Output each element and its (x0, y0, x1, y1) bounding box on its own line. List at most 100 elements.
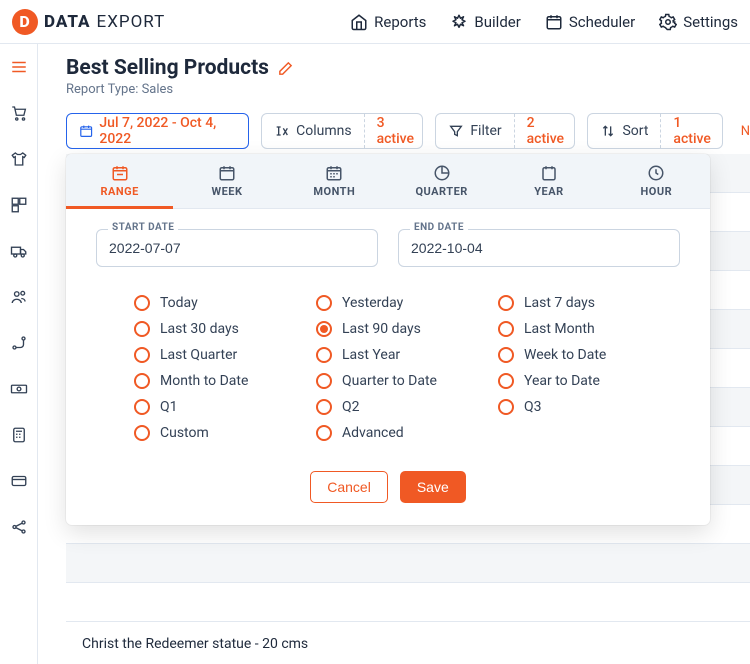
preset-option[interactable]: Today (134, 295, 316, 311)
preset-option[interactable]: Q1 (134, 399, 316, 415)
calendar-week-icon (218, 164, 236, 182)
tab-range-label: RANGE (100, 185, 138, 198)
preset-option[interactable]: Last 30 days (134, 321, 316, 337)
radio-icon (316, 321, 332, 337)
nav-builder[interactable]: Builder (450, 13, 520, 31)
preset-grid: Today Yesterday Last 7 days Last 30 days Las… (96, 295, 680, 441)
nav-reports-label: Reports (374, 13, 426, 31)
nav-reports[interactable]: Reports (350, 13, 426, 31)
preset-label: Last 30 days (160, 321, 239, 337)
route-icon[interactable] (10, 334, 28, 352)
brand-text-2: EXPORT (97, 12, 166, 32)
date-range-chip[interactable]: Jul 7, 2022 - Oct 4, 2022 (66, 113, 249, 149)
logo-mark: D (12, 9, 38, 35)
sort-button[interactable]: Sort (588, 114, 660, 148)
tab-year[interactable]: YEAR (495, 154, 602, 208)
preset-option[interactable]: Last Quarter (134, 347, 316, 363)
preset-option[interactable]: Last 7 days (498, 295, 680, 311)
preset-option[interactable]: Week to Date (498, 347, 680, 363)
radio-icon (134, 347, 150, 363)
radio-icon (316, 295, 332, 311)
tab-quarter[interactable]: QUARTER (388, 154, 495, 208)
radio-icon (316, 425, 332, 441)
share-icon[interactable] (10, 518, 28, 536)
radio-icon (498, 373, 514, 389)
brand-logo: D DATA EXPORT (12, 9, 165, 35)
cancel-button[interactable]: Cancel (310, 471, 388, 503)
radio-icon (134, 321, 150, 337)
tab-month-label: MONTH (313, 185, 355, 198)
filter-badge[interactable]: 2 active (514, 114, 576, 148)
top-nav: Reports Builder Scheduler Settings (350, 13, 738, 31)
tab-month[interactable]: MONTH (281, 154, 388, 208)
table-row[interactable]: Christ the Redeemer statue - 20 cms (66, 622, 750, 664)
preset-option[interactable]: Q3 (498, 399, 680, 415)
nav-settings-label: Settings (683, 13, 738, 31)
nav-scheduler[interactable]: Scheduler (545, 13, 635, 31)
end-date-input[interactable] (398, 229, 680, 267)
end-date-label: END DATE (410, 222, 468, 233)
preset-option[interactable]: Advanced (316, 425, 498, 441)
grid-icon[interactable] (10, 196, 28, 214)
tools-icon (450, 13, 468, 31)
radio-icon (498, 347, 514, 363)
radio-icon (498, 321, 514, 337)
preset-option[interactable]: Last 90 days (316, 321, 498, 337)
tab-week-label: WEEK (211, 185, 242, 198)
tab-quarter-label: QUARTER (415, 185, 467, 198)
preset-option[interactable]: Last Month (498, 321, 680, 337)
preset-option[interactable]: Year to Date (498, 373, 680, 389)
cash-icon[interactable] (10, 380, 28, 398)
filter-icon (448, 123, 464, 139)
tab-week[interactable]: WEEK (173, 154, 280, 208)
filter-button[interactable]: Filter (436, 114, 513, 148)
start-date-input[interactable] (96, 229, 378, 267)
calendar-icon (545, 13, 563, 31)
radio-icon (316, 399, 332, 415)
brand-text-1: DATA (44, 12, 91, 32)
preset-option[interactable]: Month to Date (134, 373, 316, 389)
sort-icon (600, 123, 616, 139)
date-popover: RANGE WEEK MONTH QUARTER YEAR (66, 154, 710, 525)
preset-label: Advanced (342, 425, 404, 441)
cart-icon[interactable] (10, 104, 28, 122)
tab-hour[interactable]: HOUR (603, 154, 710, 208)
shirt-icon[interactable] (10, 150, 28, 168)
preset-label: Today (160, 295, 198, 311)
calendar-blank-icon (540, 164, 558, 182)
preset-label: Last 90 days (342, 321, 421, 337)
tab-hour-label: HOUR (640, 185, 672, 198)
radio-icon (498, 295, 514, 311)
radio-icon (316, 373, 332, 389)
edit-icon[interactable] (277, 60, 294, 77)
preset-label: Month to Date (160, 373, 248, 389)
card-icon[interactable] (10, 472, 28, 490)
page-subtitle: Report Type: Sales (66, 82, 750, 97)
truck-icon[interactable] (10, 242, 28, 260)
preset-option[interactable]: Q2 (316, 399, 498, 415)
columns-badge[interactable]: 3 active (364, 114, 424, 148)
columns-label: Columns (296, 123, 351, 139)
preset-label: Q2 (342, 399, 360, 415)
sort-badge[interactable]: 1 active (660, 114, 722, 148)
columns-button[interactable]: Columns (262, 114, 363, 148)
preset-label: Week to Date (524, 347, 606, 363)
preset-option[interactable]: Custom (134, 425, 316, 441)
toolbar-overflow: N (735, 124, 750, 139)
menu-icon[interactable] (10, 58, 28, 76)
save-button[interactable]: Save (400, 471, 466, 503)
preset-option[interactable]: Quarter to Date (316, 373, 498, 389)
tab-range[interactable]: RANGE (66, 154, 173, 209)
preset-option[interactable]: Last Year (316, 347, 498, 363)
preset-label: Last Month (524, 321, 595, 337)
pie-icon (433, 164, 451, 182)
users-icon[interactable] (10, 288, 28, 306)
calendar-icon (79, 123, 93, 139)
gear-icon (659, 13, 677, 31)
date-tabs: RANGE WEEK MONTH QUARTER YEAR (66, 154, 710, 209)
preset-label: Last 7 days (524, 295, 595, 311)
calculator-icon[interactable] (10, 426, 28, 444)
preset-option[interactable]: Yesterday (316, 295, 498, 311)
report-toolbar: Jul 7, 2022 - Oct 4, 2022 Columns 3 acti… (66, 113, 750, 149)
nav-settings[interactable]: Settings (659, 13, 738, 31)
